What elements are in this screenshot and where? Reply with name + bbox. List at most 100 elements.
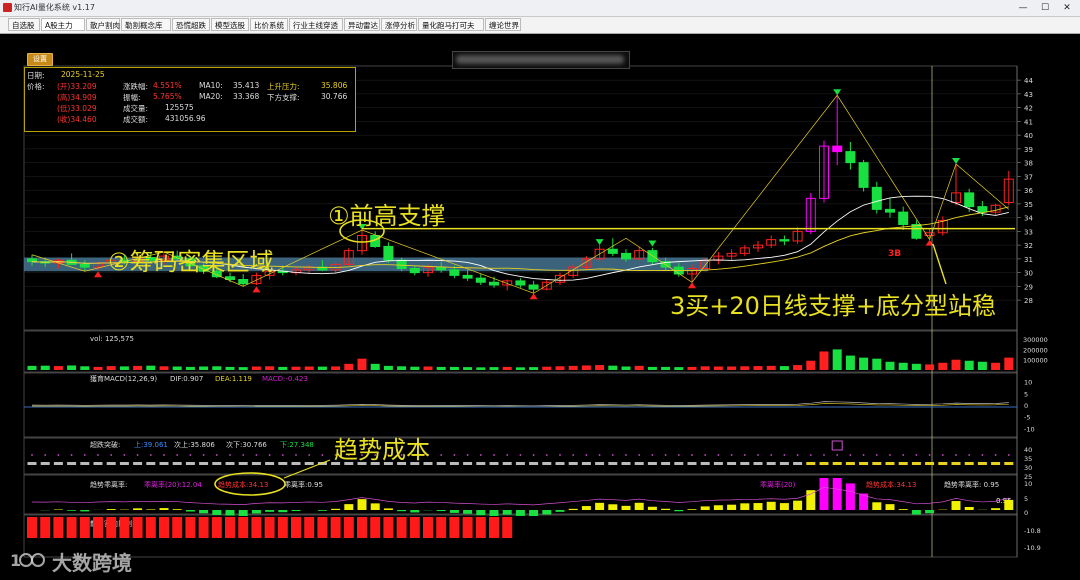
retail-bar bbox=[132, 517, 143, 538]
breakout-tick-label: 40 bbox=[1024, 446, 1032, 454]
trend-dev-bar bbox=[278, 510, 288, 513]
breakout-dot bbox=[83, 454, 86, 456]
volume-bar bbox=[793, 365, 803, 370]
date-label: 日期: bbox=[27, 71, 45, 80]
volume-bar bbox=[859, 357, 869, 370]
breakout-bar bbox=[753, 462, 763, 465]
breakout-bar bbox=[621, 462, 631, 465]
volume-bar bbox=[700, 366, 710, 370]
volume-bar bbox=[80, 366, 90, 370]
breakout-dot bbox=[453, 454, 456, 456]
breakout-dot bbox=[823, 454, 825, 456]
breakout-dot bbox=[506, 454, 509, 456]
breakout-dot bbox=[202, 454, 205, 456]
bottom-fractal-marker bbox=[529, 293, 538, 300]
breakout-bar bbox=[172, 462, 182, 465]
breakout-bar bbox=[845, 462, 855, 465]
retail-bar bbox=[304, 517, 315, 538]
retail-tick-label: -10.9 bbox=[1024, 544, 1041, 552]
trend-dev-bar bbox=[753, 503, 763, 510]
bottom-fractal-marker bbox=[925, 239, 934, 246]
candle-body bbox=[528, 284, 539, 290]
breakout-bar bbox=[159, 462, 169, 465]
trend-dev-bar bbox=[647, 506, 657, 510]
breakout-bar bbox=[674, 462, 684, 465]
breakout-bar bbox=[977, 462, 987, 465]
volume-bar bbox=[212, 366, 222, 370]
macd-tick-label: 10 bbox=[1024, 379, 1032, 387]
breakout-bar bbox=[1004, 462, 1014, 465]
breakout-bar bbox=[436, 462, 446, 465]
volume-bar bbox=[621, 366, 631, 370]
settings-button[interactable]: 设置 bbox=[27, 53, 53, 66]
top-fractal-marker bbox=[595, 239, 604, 246]
trend-dev-bar bbox=[436, 510, 446, 512]
breakout-dot bbox=[783, 454, 786, 456]
trend-dev-bar bbox=[793, 500, 803, 510]
breakout-bar bbox=[925, 462, 935, 465]
price-tick-label: 40 bbox=[1024, 132, 1033, 140]
candle-body bbox=[779, 239, 790, 242]
breakout-bar bbox=[106, 462, 116, 465]
annotation-trend-cost: 趋势成本 bbox=[334, 436, 430, 464]
retail-bar bbox=[330, 517, 341, 538]
candle-body bbox=[515, 280, 526, 286]
low-value: (低)33.029 bbox=[57, 104, 97, 113]
breakout-bar bbox=[542, 462, 552, 465]
breakout-dot bbox=[308, 454, 311, 456]
price-tick-label: 37 bbox=[1024, 173, 1033, 181]
candle-body bbox=[871, 186, 882, 210]
retail-bar bbox=[423, 517, 433, 538]
breakout-bar bbox=[291, 462, 301, 465]
amp-label: 振幅: bbox=[123, 93, 141, 102]
breakout-next-down: 次下:30.766 bbox=[226, 440, 267, 449]
breakout-next-up: 次上:35.806 bbox=[174, 440, 215, 449]
breakout-bar bbox=[555, 462, 565, 465]
breakout-dot bbox=[902, 454, 905, 456]
breakout-bar bbox=[859, 462, 869, 465]
trend-cost-value: 趋势成本:34.13 bbox=[218, 480, 268, 489]
volume-bar bbox=[53, 366, 63, 370]
volume-bar bbox=[951, 359, 961, 370]
candle-body bbox=[489, 281, 499, 286]
volume-bar bbox=[317, 366, 327, 370]
breakout-bar bbox=[278, 462, 288, 465]
breakout-bar bbox=[727, 462, 737, 465]
candle-body bbox=[27, 258, 37, 263]
breakout-dot bbox=[862, 454, 865, 456]
volume-tick-label: 300000 bbox=[1023, 336, 1048, 344]
breakout-bar bbox=[832, 462, 842, 465]
volume-bar bbox=[845, 355, 855, 370]
breakout-dot bbox=[677, 454, 680, 456]
volume-bar bbox=[159, 366, 169, 370]
breakout-dot bbox=[559, 454, 561, 456]
retail-bar bbox=[317, 517, 328, 538]
trend-dev-bar bbox=[225, 510, 235, 516]
breakout-dot bbox=[268, 454, 271, 456]
trend-dev-bar bbox=[911, 510, 921, 515]
breakout-bar bbox=[449, 462, 459, 465]
support-label: 下方支撑: bbox=[267, 93, 300, 102]
retail-bar bbox=[409, 517, 420, 538]
price-tick-label: 28 bbox=[1024, 297, 1033, 305]
volume-bar bbox=[1004, 357, 1014, 370]
volume-bar bbox=[449, 366, 459, 370]
volume-bar bbox=[634, 365, 644, 370]
candle-body bbox=[911, 224, 922, 239]
trend-dev-bar bbox=[529, 510, 539, 516]
retail-bar bbox=[502, 517, 513, 538]
breakout-bar bbox=[661, 462, 671, 465]
candle-body bbox=[79, 263, 90, 268]
breakout-bar bbox=[304, 462, 314, 465]
trend-cost-right: 趋势成本:34.13 bbox=[866, 480, 916, 489]
macd-dif-line bbox=[31, 401, 1009, 407]
trend-dev-bar bbox=[608, 504, 618, 510]
breakout-dot bbox=[849, 454, 852, 456]
candle-body bbox=[885, 208, 895, 213]
breakout-dot bbox=[572, 454, 575, 456]
macd-dea: DEA:1.119 bbox=[215, 375, 252, 383]
breakout-bar bbox=[568, 462, 578, 465]
trend-dev-bar bbox=[67, 510, 77, 511]
volume-bar bbox=[423, 366, 433, 370]
trend-dev-bar bbox=[1004, 499, 1014, 510]
